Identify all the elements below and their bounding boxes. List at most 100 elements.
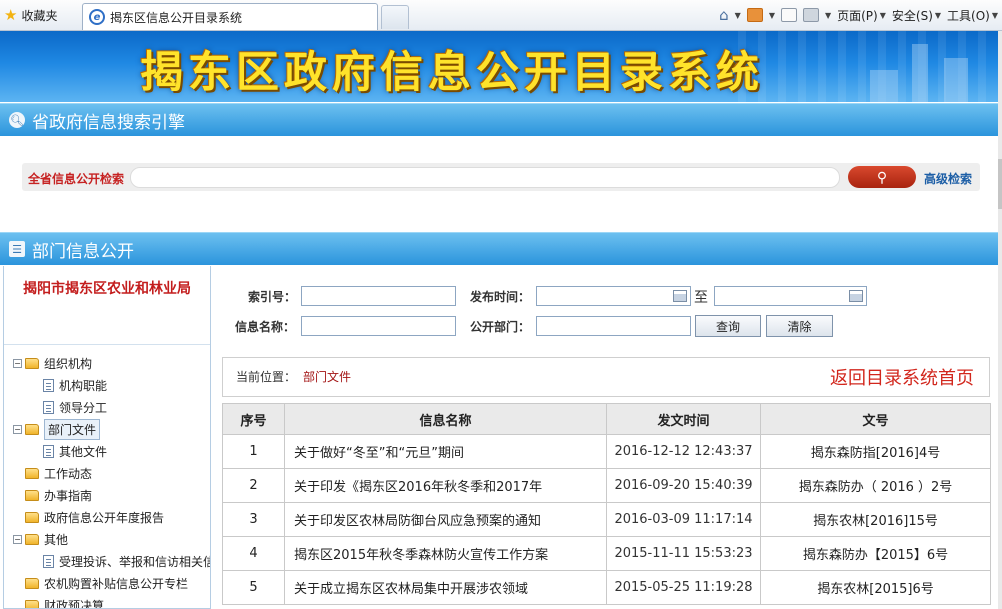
- dept-section-title: 部门信息公开: [32, 241, 134, 262]
- page-scrollbar[interactable]: [998, 31, 1002, 609]
- tree-item[interactable]: 其他文件: [4, 440, 210, 462]
- doc-title-link[interactable]: 揭东区2015年秋冬季森林防火宣传工作方案: [284, 536, 607, 571]
- doc-number: 揭东农林[2016]15号: [760, 502, 991, 537]
- folder-icon: [25, 489, 39, 501]
- chevron-down-icon[interactable]: ▼: [735, 11, 741, 20]
- tree-item-label: 财政预决算: [44, 598, 105, 609]
- doc-title-link[interactable]: 关于做好“冬至”和“元旦”期间: [284, 434, 607, 469]
- calendar-icon[interactable]: [849, 290, 863, 302]
- tab-title: 揭东区信息公开目录系统: [110, 10, 243, 25]
- tree-item-label: 工作动态: [44, 466, 93, 481]
- folder-icon: [25, 577, 39, 589]
- back-to-home-link[interactable]: 返回目录系统首页: [830, 364, 974, 390]
- browser-toolbar: ★ 收藏夹 e 揭东区信息公开目录系统 ⌂ ▼ ▼ ▼ 页面(P) ▼ 安全(S) ▼…: [0, 0, 1002, 31]
- menu-security-label: 安全(S): [891, 8, 933, 23]
- document-list-icon: ☰: [9, 241, 25, 257]
- index-input[interactable]: [301, 286, 456, 306]
- date-to-input[interactable]: [714, 286, 867, 306]
- search-icon: ⚲: [876, 168, 888, 185]
- menu-page[interactable]: 页面(P) ▼: [837, 7, 886, 24]
- tree-item[interactable]: − 组织机构: [4, 352, 210, 374]
- province-search-bar: 全省信息公开检索 ⚲ 高级检索: [22, 163, 980, 191]
- advanced-search-link[interactable]: 高级检索: [924, 170, 972, 187]
- search-label: 全省信息公开检索: [28, 172, 125, 186]
- tree-item[interactable]: 财政预决算: [4, 594, 210, 609]
- doc-number: 揭东农林[2015]6号: [760, 570, 991, 605]
- tree-item[interactable]: 受理投诉、举报和信访相关信: [4, 550, 210, 572]
- tree-item[interactable]: 办事指南: [4, 484, 210, 506]
- calendar-icon[interactable]: [673, 290, 687, 302]
- favorites-button[interactable]: ★ 收藏夹: [4, 6, 57, 24]
- public-dept-input[interactable]: [536, 316, 691, 336]
- document-icon: [43, 444, 54, 458]
- doc-title-link[interactable]: 关于成立揭东区农林局集中开展涉农领域: [284, 570, 607, 605]
- chevron-down-icon[interactable]: ▼: [769, 11, 775, 20]
- dept-section-header: ☰ 部门信息公开: [0, 232, 998, 265]
- ie-logo-icon: e: [89, 9, 105, 25]
- search-section-title: 省政府信息搜索引擎: [32, 112, 185, 133]
- tree-item-label: 办事指南: [44, 488, 93, 503]
- print-icon[interactable]: [802, 8, 819, 22]
- publish-date: 2016-12-12 12:43:37: [606, 434, 761, 469]
- banner-building: [912, 44, 928, 102]
- tree-item[interactable]: − 其他: [4, 528, 210, 550]
- browser-tab[interactable]: e 揭东区信息公开目录系统: [82, 3, 378, 30]
- tree-item-label: 组织机构: [44, 356, 93, 371]
- location-label: 当前位置：: [236, 370, 297, 384]
- clear-button[interactable]: 清除: [766, 315, 833, 337]
- row-index: 5: [222, 570, 285, 605]
- tree-item-label: 农机购置补贴信息公开专栏: [44, 576, 189, 591]
- dept-name: 揭阳市揭东区农业和林业局: [4, 266, 210, 345]
- query-button[interactable]: 查询: [695, 315, 761, 337]
- tree-item[interactable]: 农机购置补贴信息公开专栏: [4, 572, 210, 594]
- province-search-input[interactable]: [130, 167, 840, 188]
- publish-date: 2015-11-11 15:53:23: [606, 536, 761, 571]
- tree-item[interactable]: 领导分工: [4, 396, 210, 418]
- scrollbar-thumb[interactable]: [998, 159, 1002, 209]
- row-index: 3: [222, 502, 285, 537]
- doc-title-link[interactable]: 关于印发区农林局防御台风应急预案的通知: [284, 502, 607, 537]
- tree-item-label: 其他文件: [59, 444, 108, 459]
- info-name-input[interactable]: [301, 316, 456, 336]
- table-row: 3 关于印发区农林局防御台风应急预案的通知 2016-03-09 11:17:14 揭…: [222, 502, 991, 537]
- doc-title-link[interactable]: 关于印发《揭东区2016年秋冬季和2017年: [284, 468, 607, 503]
- document-icon: [43, 400, 54, 414]
- tree-item[interactable]: 机构职能: [4, 374, 210, 396]
- page-viewport: 揭东区政府信息公开目录系统 🔍︎ 省政府信息搜索引擎 全省信息公开检索 ⚲ 高级…: [0, 31, 1002, 609]
- document-icon: [43, 554, 54, 568]
- public-dept-label: 公开部门：: [470, 320, 531, 334]
- publish-date-label: 发布时间：: [470, 290, 531, 304]
- mail-icon[interactable]: [780, 8, 797, 22]
- index-label: 索引号：: [248, 290, 297, 304]
- folder-icon: [25, 357, 39, 369]
- date-from-input[interactable]: [536, 286, 691, 306]
- new-tab-button[interactable]: [381, 5, 409, 29]
- collapse-toggle-icon[interactable]: −: [13, 358, 22, 368]
- row-index: 4: [222, 536, 285, 571]
- chevron-down-icon[interactable]: ▼: [825, 11, 831, 20]
- tree-item[interactable]: − 部门文件: [4, 418, 210, 440]
- home-icon[interactable]: ⌂: [719, 8, 729, 23]
- breadcrumb[interactable]: 部门文件: [303, 368, 351, 385]
- publish-date: 2016-03-09 11:17:14: [606, 502, 761, 537]
- menu-security[interactable]: 安全(S) ▼: [892, 7, 941, 24]
- site-banner: 揭东区政府信息公开目录系统: [0, 31, 998, 102]
- folder-icon: [25, 533, 39, 545]
- search-button[interactable]: ⚲: [848, 166, 916, 188]
- tree-item[interactable]: 政府信息公开年度报告: [4, 506, 210, 528]
- tree-item-label: 机构职能: [59, 378, 108, 393]
- collapse-toggle-icon[interactable]: −: [13, 534, 22, 544]
- column-header-doc-number: 文号: [760, 403, 991, 435]
- info-name-label: 信息名称：: [235, 320, 296, 334]
- magnifier-icon: 🔍︎: [9, 112, 25, 128]
- collapse-toggle-icon[interactable]: −: [13, 424, 22, 434]
- rss-feed-icon[interactable]: [746, 8, 763, 22]
- date-separator: 至: [694, 290, 708, 306]
- row-index: 2: [222, 468, 285, 503]
- menu-tools[interactable]: 工具(O) ▼: [947, 7, 998, 24]
- table-row: 4 揭东区2015年秋冬季森林防火宣传工作方案 2015-11-11 15:53:2…: [222, 536, 991, 571]
- tree-item[interactable]: 工作动态: [4, 462, 210, 484]
